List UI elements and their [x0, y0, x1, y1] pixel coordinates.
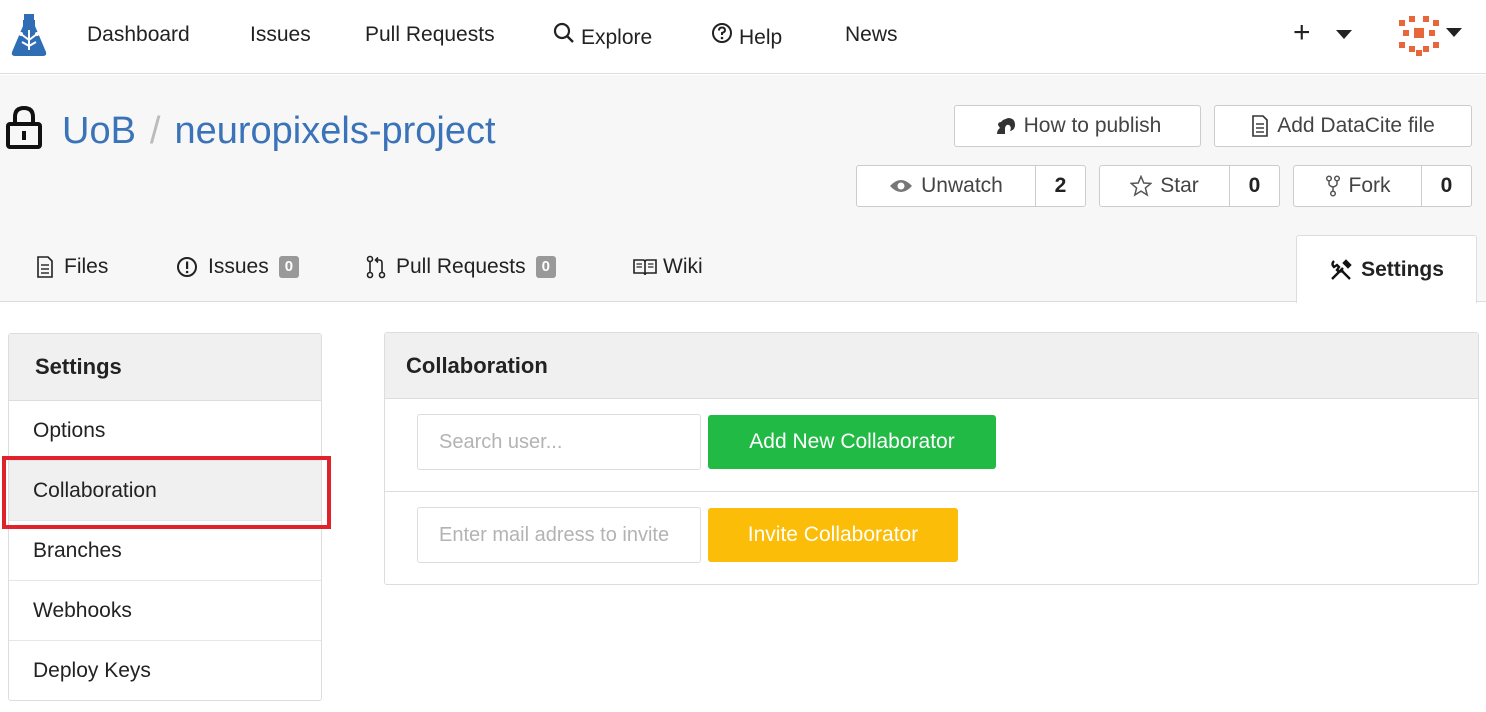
book-icon: [633, 257, 657, 277]
tab-settings-label: Settings: [1361, 257, 1444, 281]
add-collaborator-button[interactable]: Add New Collaborator: [708, 415, 996, 469]
pulls-count-badge: 0: [535, 256, 556, 278]
sidebar-item-deploy-keys[interactable]: Deploy Keys: [9, 641, 321, 701]
create-chevron-down-icon[interactable]: [1336, 30, 1352, 39]
eye-icon: [889, 178, 913, 194]
gin-logo-icon[interactable]: [10, 14, 48, 56]
git-pull-request-icon: [366, 255, 386, 279]
avatar-chevron-down-icon[interactable]: [1446, 28, 1462, 37]
repo-separator: /: [149, 110, 161, 152]
nav-dashboard-label: Dashboard: [87, 23, 190, 46]
tab-issues[interactable]: Issues 0: [176, 255, 300, 279]
search-user-input[interactable]: [417, 414, 701, 470]
top-navbar: Dashboard Issues Pull Requests Explore H…: [0, 0, 1486, 74]
add-datacite-button[interactable]: Add DataCite file: [1214, 105, 1472, 147]
nav-explore[interactable]: Explore: [553, 22, 652, 51]
watchers-count[interactable]: 2: [1035, 165, 1086, 207]
tab-issues-label: Issues: [208, 255, 269, 278]
tab-files-label: Files: [64, 255, 109, 278]
sidebar-item-label: Options: [33, 418, 106, 442]
fork-button[interactable]: Fork: [1293, 165, 1422, 207]
nav-dashboard[interactable]: Dashboard: [87, 22, 190, 48]
invite-collaborator-button[interactable]: Invite Collaborator: [708, 508, 958, 562]
stars-count[interactable]: 0: [1229, 165, 1280, 207]
invite-email-input[interactable]: [417, 507, 701, 563]
squirrel-icon: [994, 116, 1016, 136]
nav-news-label: News: [845, 23, 898, 46]
repo-owner-link[interactable]: UoB: [62, 110, 136, 152]
divider: [385, 491, 1478, 492]
star-label: Star: [1160, 174, 1199, 197]
how-to-publish-label: How to publish: [1023, 114, 1162, 137]
repo-name-link[interactable]: neuropixels-project: [174, 110, 495, 152]
fork-icon: [1325, 175, 1341, 197]
nav-help-label: Help: [739, 26, 783, 49]
collaboration-title: Collaboration: [385, 333, 1478, 399]
highlight-box: [2, 456, 331, 529]
nav-help[interactable]: Help: [711, 22, 782, 51]
star-icon: [1130, 175, 1153, 197]
file-text-icon: [1251, 115, 1269, 137]
nav-pull-requests[interactable]: Pull Requests: [365, 22, 495, 48]
tools-icon: [1329, 258, 1353, 282]
fork-label: Fork: [1348, 174, 1391, 197]
sidebar-title: Settings: [9, 334, 321, 401]
file-text-icon: [36, 256, 54, 278]
sidebar-item-branches[interactable]: Branches: [9, 521, 321, 581]
tab-pull-requests-label: Pull Requests: [396, 255, 526, 278]
tab-files[interactable]: Files: [36, 255, 108, 279]
create-new-button[interactable]: +: [1293, 18, 1311, 48]
collaboration-panel: Collaboration Add New Collaborator Invit…: [384, 332, 1479, 585]
issues-count-badge: 0: [278, 256, 300, 278]
sidebar-item-label: Webhooks: [33, 598, 132, 622]
forks-count[interactable]: 0: [1421, 165, 1472, 207]
star-button[interactable]: Star: [1099, 165, 1230, 207]
sidebar-item-options[interactable]: Options: [9, 401, 321, 461]
add-datacite-label: Add DataCite file: [1277, 114, 1435, 137]
sidebar-item-label: Deploy Keys: [33, 659, 151, 682]
help-icon: [711, 22, 733, 51]
nav-explore-label: Explore: [581, 26, 653, 49]
repo-title: UoB / neuropixels-project: [62, 108, 496, 154]
unwatch-label: Unwatch: [921, 174, 1003, 197]
unwatch-button[interactable]: Unwatch: [856, 165, 1036, 207]
nav-issues-label: Issues: [250, 23, 311, 46]
nav-news[interactable]: News: [845, 22, 898, 48]
avatar[interactable]: [1399, 16, 1439, 56]
lock-icon: [6, 105, 42, 149]
search-icon: [553, 22, 575, 51]
issue-opened-icon: [176, 256, 198, 278]
tab-wiki[interactable]: Wiki: [633, 255, 703, 279]
tab-settings[interactable]: Settings: [1296, 235, 1477, 303]
sidebar-item-label: Branches: [33, 538, 122, 562]
tab-pull-requests[interactable]: Pull Requests 0: [366, 255, 556, 279]
tab-wiki-label: Wiki: [663, 255, 703, 278]
nav-issues[interactable]: Issues: [250, 22, 311, 48]
sidebar-item-webhooks[interactable]: Webhooks: [9, 581, 321, 641]
how-to-publish-button[interactable]: How to publish: [954, 105, 1201, 147]
nav-pull-requests-label: Pull Requests: [365, 23, 495, 46]
